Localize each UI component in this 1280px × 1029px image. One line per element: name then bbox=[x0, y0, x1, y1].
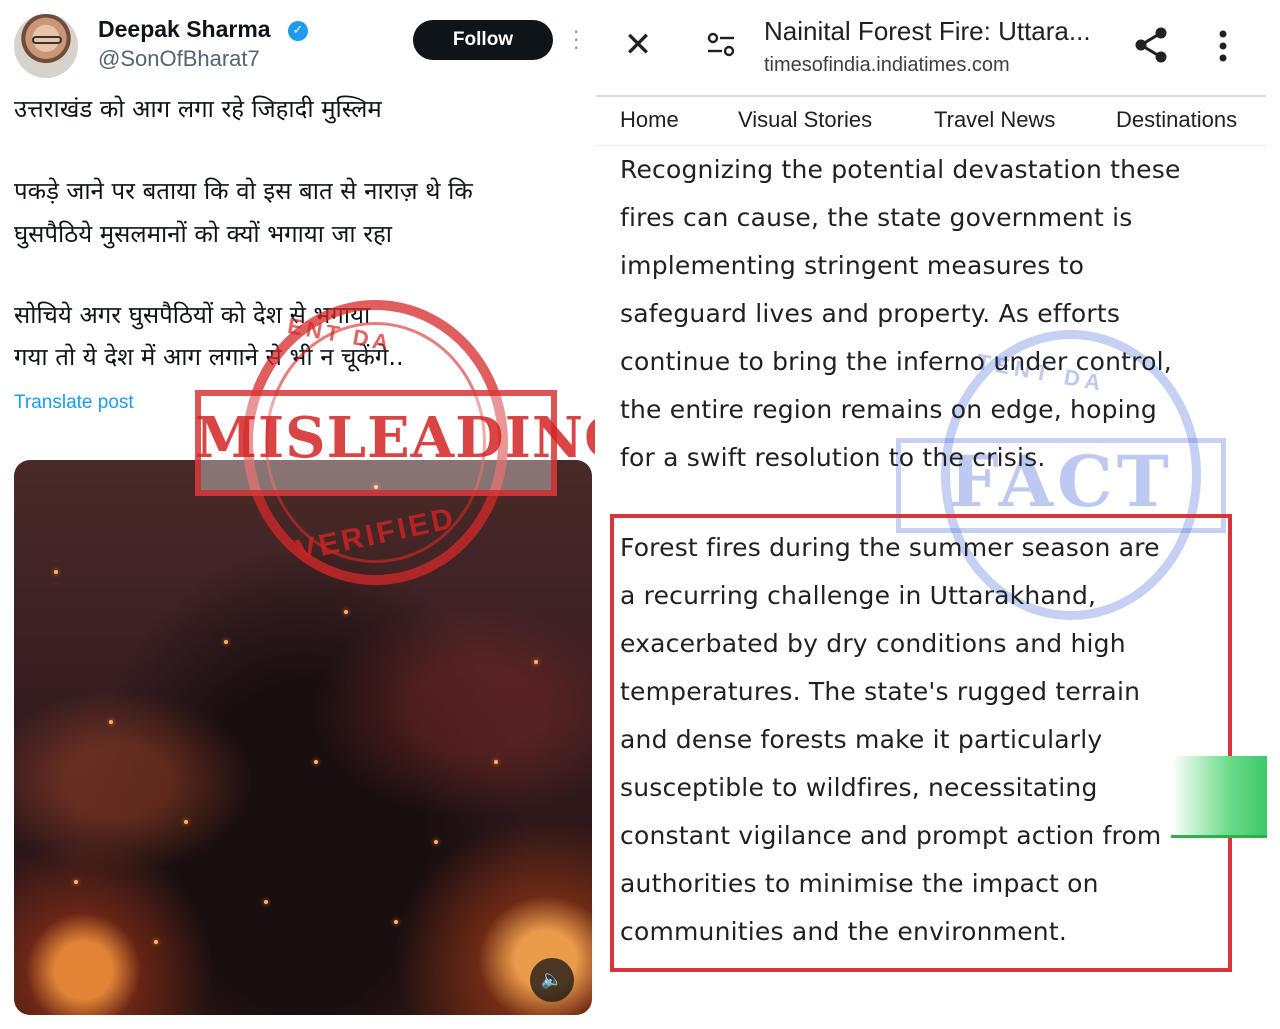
site-settings-icon[interactable] bbox=[706, 30, 736, 60]
tweet-text-line: उत्तराखंड को आग लगा रहे जिहादी मुस्लिम bbox=[14, 95, 382, 123]
tweet-text-line: गया तो ये देश में आग लगाने से भी न चूकें… bbox=[14, 343, 404, 371]
nav-item-home[interactable]: Home bbox=[620, 107, 679, 133]
nav-item-destinations[interactable]: Destinations bbox=[1116, 107, 1237, 133]
close-icon[interactable]: ✕ bbox=[621, 28, 655, 62]
article-text-line: fires can cause, the state government is bbox=[620, 203, 1133, 232]
tweet-text-line: घुसपैठिये मुसलमानों को क्यों भगाया जा रह… bbox=[14, 220, 393, 248]
floating-tab[interactable] bbox=[1171, 756, 1267, 838]
more-vertical-icon[interactable]: · · · bbox=[573, 22, 579, 58]
display-name[interactable]: Deepak Sharma bbox=[98, 16, 271, 43]
user-handle[interactable]: @SonOfBharat7 bbox=[98, 46, 260, 72]
highlight-box bbox=[610, 514, 1232, 972]
article-text-line: continue to bring the inferno under cont… bbox=[620, 347, 1172, 376]
tweet-text-line: सोचिये अगर घुसपैठियों को देश से भगाया bbox=[14, 301, 371, 329]
follow-button[interactable]: Follow bbox=[413, 20, 553, 60]
verified-badge-icon: ✓ bbox=[288, 21, 308, 41]
tweet-text-line: पकड़े जाने पर बताया कि वो इस बात से नारा… bbox=[14, 177, 473, 205]
article-text-line: implementing stringent measures to bbox=[620, 251, 1085, 280]
page-domain: timesofindia.indiatimes.com bbox=[764, 54, 1010, 76]
article-panel: ✕ Nainital Forest Fire: Uttara... timeso… bbox=[596, 0, 1280, 1029]
nav-divider bbox=[596, 145, 1266, 146]
article-text-line: Recognizing the potential devastation th… bbox=[620, 155, 1181, 184]
article-text-line: safeguard lives and property. As efforts bbox=[620, 299, 1121, 328]
nav-item-travel-news[interactable]: Travel News bbox=[934, 107, 1055, 133]
share-icon[interactable] bbox=[1133, 26, 1169, 64]
article-text-line: for a swift resolution to the crisis. bbox=[620, 443, 1046, 472]
avatar[interactable] bbox=[14, 14, 78, 78]
speaker-icon[interactable]: 🔈 bbox=[530, 958, 574, 1002]
tweet-video[interactable] bbox=[14, 460, 592, 1015]
nav-item-visual-stories[interactable]: Visual Stories bbox=[738, 107, 872, 133]
translate-post-link[interactable]: Translate post bbox=[14, 392, 134, 414]
toolbar-divider bbox=[596, 95, 1266, 97]
article-text-line: the entire region remains on edge, hopin… bbox=[620, 395, 1157, 424]
page-title: Nainital Forest Fire: Uttara... bbox=[764, 16, 1091, 46]
menu-kebab-icon[interactable] bbox=[1218, 30, 1228, 62]
tweet-panel: Deepak Sharma ✓ @SonOfBharat7 Follow · · ·… bbox=[0, 0, 595, 1029]
